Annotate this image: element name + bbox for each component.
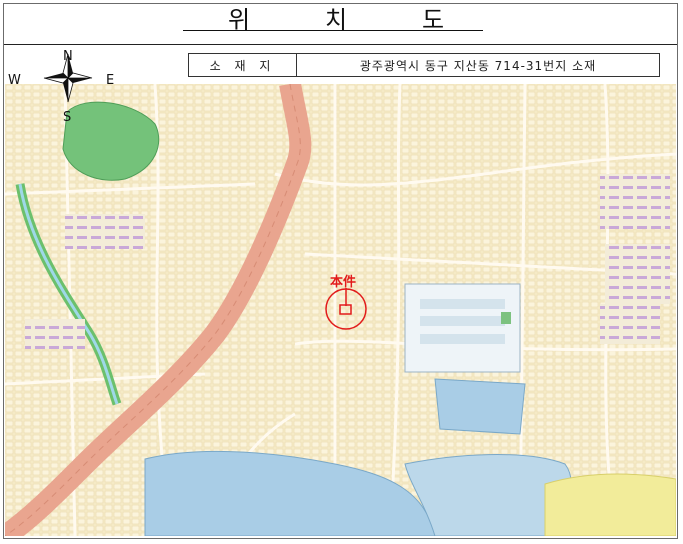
school-complex (404, 283, 521, 373)
location-label: 소 재 지 (189, 54, 297, 76)
compass-west: W (8, 73, 21, 88)
apartment-complex-3 (65, 214, 145, 249)
title-underline (183, 30, 483, 31)
apartment-complex-1 (600, 174, 670, 229)
marker-label: 本件 (330, 274, 356, 290)
map-canvas: 本件 (5, 84, 676, 536)
page-title: 위치도 (190, 0, 482, 34)
compass-east: E (106, 73, 114, 88)
map-area[interactable]: 本件 (5, 84, 676, 536)
location-table: 소 재 지 광주광역시 동구 지산동 714-31번지 소재 (188, 53, 660, 77)
compass-south: S (63, 110, 71, 122)
compass-north: N (63, 49, 73, 64)
location-address: 광주광역시 동구 지산동 714-31번지 소재 (359, 58, 597, 73)
compass-rose-icon: N S E W (8, 49, 114, 122)
sand-area (544, 473, 676, 536)
apartment-complex-2 (605, 244, 670, 304)
facility-block (434, 378, 526, 435)
header-divider (4, 44, 677, 45)
